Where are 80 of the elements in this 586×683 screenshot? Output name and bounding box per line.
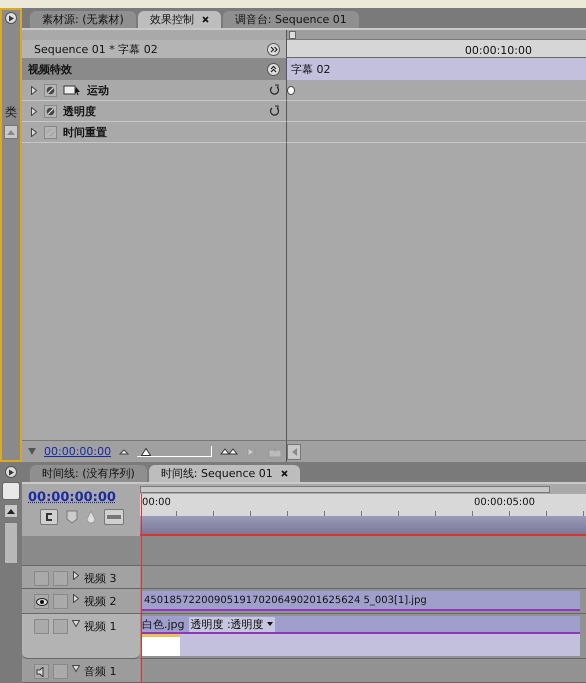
- panel-label: 类: [5, 104, 17, 121]
- up-arrow-icon: [7, 508, 15, 514]
- clip-label: 字幕 02: [291, 62, 330, 76]
- effect-name: 透明度: [63, 104, 97, 118]
- track-button[interactable]: [104, 509, 124, 525]
- clip-name: 白色.jpg: [142, 616, 185, 632]
- tab[interactable]: 调音台: Sequence 01: [222, 11, 359, 28]
- lock-toggle[interactable]: [53, 571, 68, 586]
- triangle-icon[interactable]: [30, 128, 38, 136]
- double-chevron-icon: [270, 46, 278, 52]
- visibility-toggle[interactable]: [34, 619, 49, 634]
- effect-name: 时间重置: [63, 124, 108, 140]
- tab[interactable]: 素材源: (无素材): [30, 11, 136, 28]
- zoom-in-icon[interactable]: [220, 448, 238, 455]
- caret-icon: [266, 622, 273, 626]
- close-icon[interactable]: [202, 16, 209, 23]
- reset-icon[interactable]: [269, 84, 280, 96]
- menu-triangle-icon[interactable]: [28, 448, 36, 455]
- transform-icon: [63, 84, 81, 96]
- track-name: 视频 3: [84, 571, 116, 586]
- marker-icon[interactable]: [66, 510, 78, 524]
- triangle-icon[interactable]: [72, 594, 80, 603]
- ruler-time: 00:00: [142, 497, 171, 508]
- property-dropdown[interactable]: 透明度 :透明度: [188, 616, 275, 632]
- tab[interactable]: 时间线: (没有序列): [30, 465, 147, 482]
- scroll-up-button[interactable]: [4, 504, 18, 518]
- play-icon: [8, 14, 14, 22]
- effect-name: 运动: [87, 82, 110, 98]
- bar-icon: [107, 515, 121, 519]
- keyframe-marker[interactable]: [287, 86, 295, 94]
- clip-bar[interactable]: 字幕 02: [287, 58, 586, 80]
- visibility-toggle[interactable]: [34, 571, 49, 586]
- triangle-icon[interactable]: [72, 619, 80, 628]
- toggle-button[interactable]: [44, 84, 57, 96]
- double-chevron-icon: [270, 65, 277, 73]
- toggle-button[interactable]: [44, 104, 57, 118]
- lock-toggle[interactable]: [53, 619, 68, 634]
- scroll-thumb[interactable]: [4, 522, 18, 564]
- scroll-left-button[interactable]: [287, 444, 301, 460]
- close-icon[interactable]: [280, 470, 288, 477]
- triangle-icon[interactable]: [72, 664, 80, 673]
- zoom-scroll-bar[interactable]: [140, 486, 550, 492]
- slider-thumb[interactable]: [140, 448, 151, 456]
- scroll-handle[interactable]: [289, 30, 296, 38]
- scroll-bar[interactable]: [287, 30, 586, 40]
- toggle-button[interactable]: [44, 126, 57, 138]
- visibility-toggle[interactable]: [34, 594, 49, 609]
- zoom-slider[interactable]: [137, 446, 212, 457]
- magnet-icon: [44, 512, 54, 522]
- reset-icon[interactable]: [269, 105, 280, 117]
- panel-menu-button[interactable]: [5, 12, 17, 24]
- sequence-title: Sequence 01 * 字幕 02: [34, 42, 158, 56]
- timecode-link[interactable]: 00:00:00:00: [44, 445, 112, 458]
- triangle-icon[interactable]: [72, 571, 80, 580]
- collapse-button[interactable]: [267, 62, 280, 76]
- ruler-time: 00:00:10:00: [464, 44, 532, 57]
- section-title: 视频特效: [28, 62, 72, 76]
- lock-toggle[interactable]: [53, 664, 68, 679]
- left-arrow-icon: [292, 448, 296, 456]
- visibility-toggle[interactable]: [34, 664, 49, 679]
- eye-icon: [36, 598, 48, 606]
- panel-menu-button[interactable]: [5, 466, 17, 478]
- track-name: 视频 1: [84, 619, 116, 634]
- snap-button[interactable]: [40, 509, 58, 525]
- lock-toggle[interactable]: [53, 594, 68, 609]
- input-field[interactable]: [2, 482, 20, 500]
- track-name: 视频 2: [84, 594, 116, 609]
- zoom-out-icon[interactable]: [119, 448, 130, 454]
- forward-button[interactable]: [267, 42, 280, 56]
- triangle-icon[interactable]: [30, 106, 38, 116]
- clip-thumbnail: [142, 634, 180, 656]
- tab[interactable]: 效果控制: [138, 11, 221, 28]
- triangle-icon[interactable]: [30, 86, 38, 94]
- track-name: 音频 1: [84, 664, 116, 679]
- up-arrow-icon: [7, 130, 15, 134]
- clip[interactable]: 4501857220090519170206490201625624 5_003[1].jpg: [142, 591, 580, 611]
- ruler-time: 00:00:05:00: [474, 497, 536, 508]
- play-icon: [8, 468, 14, 476]
- clip[interactable]: 白色.jpg 透明度 :透明度: [142, 616, 580, 656]
- tab[interactable]: 时间线: Sequence 01: [148, 465, 300, 482]
